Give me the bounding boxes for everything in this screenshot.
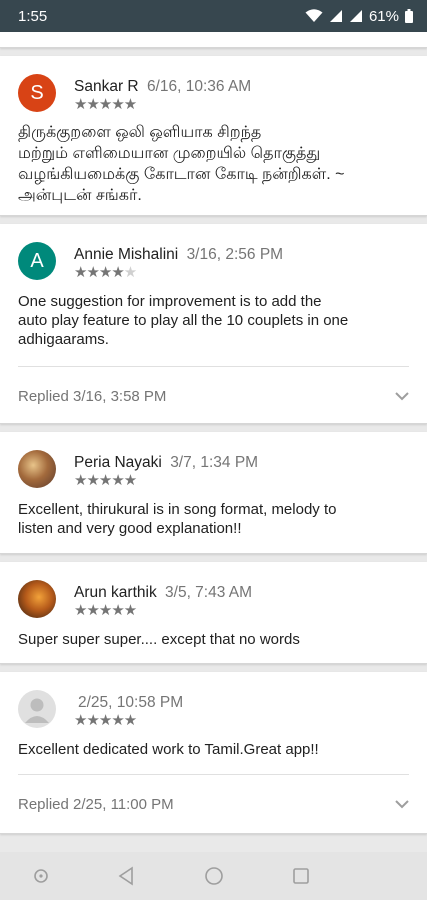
- review-card: Arun karthik 3/5, 7:43 AM ★★★★★ Super su…: [0, 562, 427, 664]
- avatar: [18, 580, 56, 618]
- author-name: Arun karthik: [74, 584, 157, 601]
- divider: [18, 774, 409, 775]
- review-header: Arun karthik 3/5, 7:43 AM: [74, 584, 252, 602]
- review-time: 6/16, 10:36 AM: [146, 78, 252, 95]
- signal-icon: [329, 9, 343, 23]
- previous-review-card: [0, 32, 427, 48]
- review-text: Super super super.... except that no wor…: [18, 630, 409, 649]
- chevron-down-icon: [395, 388, 409, 405]
- battery-icon: [405, 9, 413, 23]
- chevron-down-icon: [395, 796, 409, 813]
- star-rating: ★★★★★: [74, 472, 137, 489]
- review-text-line: Excellent, thirukural is in song format,…: [18, 501, 337, 518]
- review-card: Peria Nayaki 3/7, 1:34 PM ★★★★★ Excellen…: [0, 432, 427, 554]
- avatar: A: [18, 242, 56, 280]
- system-navigation-bar: [0, 852, 427, 900]
- review-header: Annie Mishalini 3/16, 2:56 PM: [74, 246, 283, 264]
- wifi-icon: [305, 9, 323, 23]
- divider: [18, 366, 409, 367]
- review-text-line: Excellent dedicated work to Tamil.Great …: [18, 741, 319, 758]
- signal-icon-2: [349, 9, 363, 23]
- status-icons: 61%: [305, 8, 413, 25]
- developer-reply-toggle[interactable]: Replied 3/16, 3:58 PM: [18, 381, 409, 411]
- author-name: Sankar R: [74, 78, 139, 95]
- review-time: 3/7, 1:34 PM: [170, 454, 259, 471]
- review-card: A Annie Mishalini 3/16, 2:56 PM ★★★★★ On…: [0, 224, 427, 424]
- review-text-line: மற்றும் எளிமையான முறையில் தொகுத்து: [18, 145, 321, 162]
- review-text: Excellent, thirukural is in song format,…: [18, 500, 409, 538]
- battery-text: 61%: [368, 7, 399, 25]
- review-text-line: வழங்கியமைக்கு கோடான கோடி நன்றிகள். ~: [18, 166, 345, 183]
- avatar: [18, 450, 56, 488]
- review-time: 3/16, 2:56 PM: [186, 246, 284, 263]
- review-header: 2/25, 10:58 PM: [74, 694, 183, 712]
- review-text-line: அன்புடன் சங்கர்.: [18, 187, 142, 204]
- default-avatar-icon: [18, 690, 56, 728]
- review-card: 2/25, 10:58 PM ★★★★★ Excellent dedicated…: [0, 672, 427, 834]
- star-rating: ★★★★★: [74, 264, 137, 281]
- review-header: Peria Nayaki 3/7, 1:34 PM: [74, 454, 258, 472]
- star-rating: ★★★★★: [74, 96, 137, 113]
- review-text-line: listen and very good explanation!!: [18, 520, 242, 537]
- author-name: Annie Mishalini: [74, 246, 179, 263]
- back-icon[interactable]: [116, 864, 136, 893]
- review-text-line: auto play feature to play all the 10 cou…: [18, 312, 349, 329]
- review-time: 2/25, 10:58 PM: [78, 694, 184, 711]
- avatar: S: [18, 74, 56, 112]
- review-time: 3/5, 7:43 AM: [165, 584, 253, 601]
- reply-label: Replied 3/16, 3:58 PM: [18, 387, 167, 405]
- review-text-line: One suggestion for improvement is to add…: [18, 293, 322, 310]
- review-text: Excellent dedicated work to Tamil.Great …: [18, 740, 409, 759]
- review-text-line: Super super super.... except that no wor…: [18, 631, 300, 648]
- home-icon[interactable]: [203, 864, 225, 893]
- review-text: திருக்குறளை ஒலி ஒளியாக சிறந்த மற்றும் எள…: [18, 122, 409, 206]
- avatar-letter: S: [30, 81, 44, 104]
- developer-reply-toggle[interactable]: Replied 2/25, 11:00 PM: [18, 789, 409, 819]
- assistant-icon[interactable]: [32, 864, 50, 893]
- reply-label: Replied 2/25, 11:00 PM: [18, 795, 174, 813]
- avatar-letter: A: [30, 249, 44, 272]
- author-name: Peria Nayaki: [74, 454, 162, 471]
- review-header: Sankar R 6/16, 10:36 AM: [74, 78, 251, 96]
- review-card: S Sankar R 6/16, 10:36 AM ★★★★★ திருக்கு…: [0, 56, 427, 216]
- review-text-line: adhigaarams.: [18, 331, 109, 348]
- status-time: 1:55: [18, 7, 48, 25]
- star-rating: ★★★★★: [74, 602, 137, 619]
- star-rating: ★★★★★: [74, 712, 137, 729]
- review-text: One suggestion for improvement is to add…: [18, 292, 409, 349]
- status-bar: 1:55 61%: [0, 0, 427, 32]
- review-text-line: திருக்குறளை ஒலி ஒளியாக சிறந்த: [18, 124, 262, 141]
- recents-icon[interactable]: [291, 864, 311, 893]
